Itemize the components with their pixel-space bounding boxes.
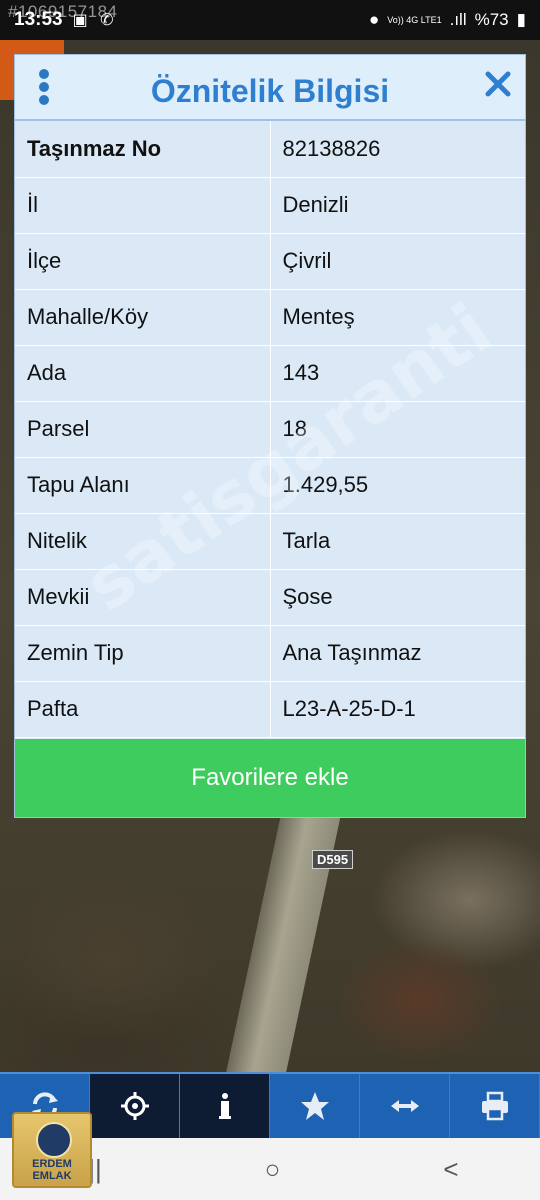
- road-label: D595: [312, 850, 354, 869]
- add-favorite-label: Favorilere ekle: [191, 764, 349, 791]
- signal-icon: .ıll: [449, 10, 467, 29]
- attribute-key: Zemin Tip: [15, 625, 271, 682]
- attribute-value: L23-A-25-D-1: [270, 681, 525, 738]
- table-row: İlçe Çivril: [15, 233, 525, 290]
- network-indicator: Vo)) 4G LTE1: [387, 14, 442, 25]
- dialog-title: Öznitelik Bilgisi: [150, 73, 390, 109]
- star-icon: [300, 1092, 329, 1120]
- measure-icon: [390, 1100, 419, 1112]
- status-right: ● Vo)) 4G LTE1 .ıll %73 ▮: [369, 10, 526, 30]
- logo-text: ERDEM EMLAK: [32, 1158, 72, 1182]
- favorites-button[interactable]: [270, 1074, 360, 1138]
- back-button[interactable]: <: [443, 1154, 458, 1185]
- print-button[interactable]: [450, 1074, 540, 1138]
- locate-button[interactable]: [90, 1074, 180, 1138]
- table-row: Pafta L23-A-25-D-1: [15, 681, 525, 738]
- erdem-emlak-logo: ERDEM EMLAK: [12, 1112, 92, 1188]
- home-button[interactable]: ○: [265, 1154, 281, 1185]
- attribute-value: Denizli: [270, 177, 525, 234]
- attribute-value: Tarla: [270, 513, 525, 570]
- table-row: Zemin Tip Ana Taşınmaz: [15, 625, 525, 682]
- attribute-key: Ada: [15, 345, 271, 402]
- attribute-value: Şose: [270, 569, 525, 626]
- watermark-id: #1069157184: [8, 2, 118, 21]
- battery-icon: ▮: [516, 10, 526, 29]
- table-row: Taşınmaz No 82138826: [15, 121, 525, 178]
- attribute-key: İlçe: [15, 233, 271, 290]
- location-icon: ●: [368, 10, 380, 29]
- attribute-value: Ana Taşınmaz: [270, 625, 525, 682]
- battery-level: %73: [474, 10, 509, 29]
- info-button[interactable]: [180, 1074, 270, 1138]
- attribute-value: 82138826: [270, 121, 525, 178]
- add-favorite-button[interactable]: Favorilere ekle: [15, 739, 525, 817]
- attribute-key: Taşınmaz No: [15, 121, 271, 178]
- attribute-key: Mahalle/Köy: [15, 289, 271, 346]
- table-row: İl Denizli: [15, 177, 525, 234]
- attribute-key: Pafta: [15, 681, 271, 738]
- info-icon: [218, 1093, 231, 1119]
- close-icon[interactable]: [483, 69, 513, 99]
- attribute-value: Çivril: [270, 233, 525, 290]
- print-icon: [481, 1091, 508, 1121]
- logo-emblem: [36, 1122, 72, 1158]
- locate-icon: [120, 1092, 149, 1120]
- attribute-key: İl: [15, 177, 271, 234]
- dialog-header: Öznitelik Bilgisi: [15, 55, 525, 121]
- measure-button[interactable]: [360, 1074, 450, 1138]
